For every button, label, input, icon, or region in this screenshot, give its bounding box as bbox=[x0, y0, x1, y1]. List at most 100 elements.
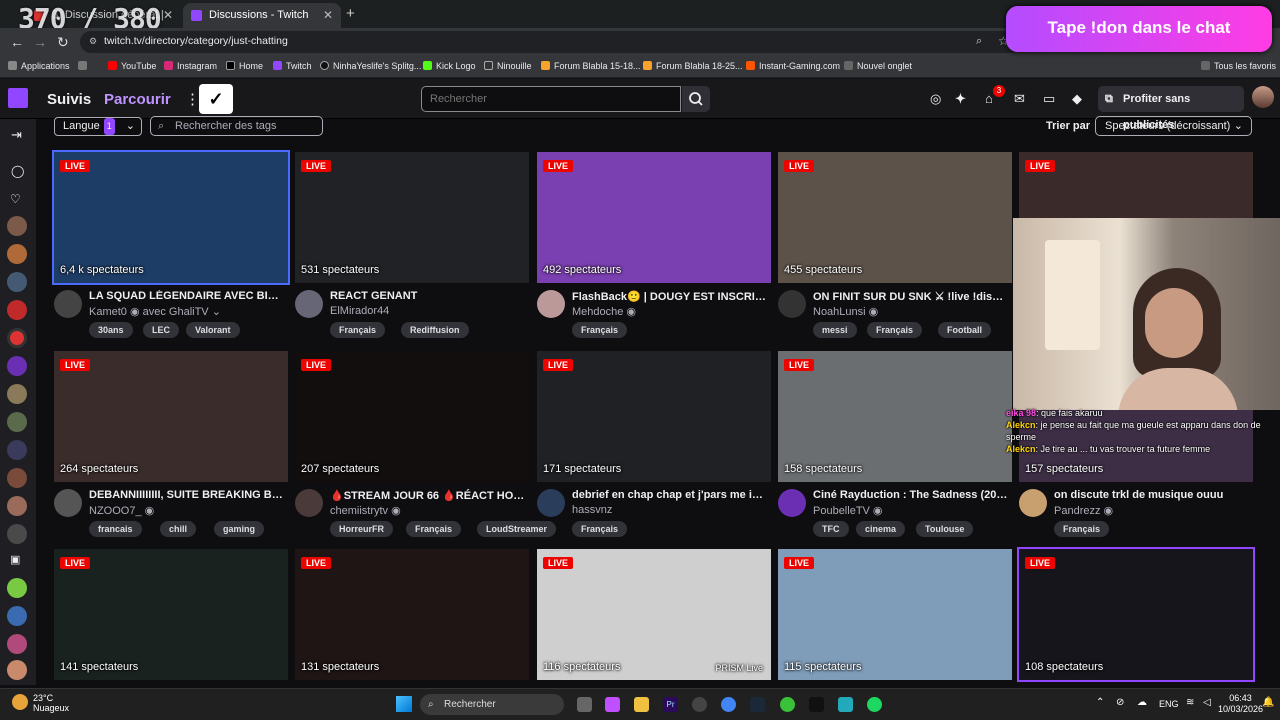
sidebar-channel-avatar[interactable] bbox=[7, 356, 27, 376]
obs-icon[interactable] bbox=[692, 697, 707, 712]
tiktok-icon[interactable] bbox=[809, 697, 824, 712]
sidebar-channel-avatar[interactable] bbox=[7, 244, 27, 264]
stream-thumbnail[interactable]: LIVE 6,4 k spectateurs bbox=[52, 150, 290, 285]
sort-dropdown[interactable]: Spectateurs (décroissant) ⌄ bbox=[1095, 116, 1252, 136]
stream-tag[interactable]: Football bbox=[938, 322, 991, 338]
bookmark-forum-18-25[interactable]: Forum Blabla 18-25... bbox=[643, 61, 743, 71]
sidebar-channel-avatar[interactable] bbox=[7, 634, 27, 654]
channel-name[interactable]: Kamet0 ◉ avec GhaliTV ⌄ bbox=[89, 305, 221, 318]
app-green-icon[interactable] bbox=[780, 697, 795, 712]
stream-thumbnail[interactable]: LIVE 115 spectateurs bbox=[778, 549, 1012, 680]
language-filter[interactable]: Langue 1 ⌄ bbox=[54, 117, 142, 136]
chat-bubble-icon[interactable]: ▭ bbox=[1043, 91, 1055, 107]
sidebar-channel-avatar[interactable] bbox=[7, 272, 27, 292]
nav-following[interactable]: Suivis bbox=[47, 91, 91, 108]
task-view-icon[interactable] bbox=[577, 697, 592, 712]
channel-name[interactable]: Pandrezz ◉ bbox=[1054, 504, 1113, 517]
followed-channels-icon[interactable]: ◯ bbox=[11, 164, 24, 178]
forward-icon[interactable]: → bbox=[33, 34, 47, 50]
channel-avatar[interactable] bbox=[54, 489, 82, 517]
stream-tag[interactable]: 30ans bbox=[89, 322, 133, 338]
steam-icon[interactable] bbox=[750, 697, 765, 712]
file-explorer-icon[interactable] bbox=[634, 697, 649, 712]
channel-avatar[interactable] bbox=[295, 489, 323, 517]
language-indicator[interactable]: ENG bbox=[1159, 699, 1179, 709]
bookmark-instant-gaming[interactable]: Instant-Gaming.com bbox=[746, 61, 840, 71]
taskbar-search[interactable]: ⌕ Rechercher bbox=[420, 694, 564, 715]
search-input[interactable] bbox=[421, 86, 681, 112]
stream-tag[interactable]: Rediffusion bbox=[401, 322, 469, 338]
stream-tag[interactable]: gaming bbox=[214, 521, 265, 537]
channel-name[interactable]: NZOOO7_ ◉ bbox=[89, 504, 154, 517]
bookmark-forum-15-18[interactable]: Forum Blabla 15-18... bbox=[541, 61, 641, 71]
sidebar-channel-avatar[interactable] bbox=[7, 412, 27, 432]
bookmark-ninouille[interactable]: Ninouille bbox=[484, 61, 532, 71]
bookmark-kick[interactable]: Kick Logo bbox=[423, 61, 476, 71]
prime-crystal-icon[interactable]: ◆ bbox=[1072, 91, 1082, 107]
stream-title[interactable]: on discute trkl de musique ouuu bbox=[1054, 489, 1250, 501]
site-info-icon[interactable]: ⚙ bbox=[89, 36, 97, 47]
new-tab-button[interactable]: + bbox=[346, 5, 355, 22]
stream-tag[interactable]: Valorant bbox=[186, 322, 240, 338]
channel-avatar[interactable] bbox=[54, 290, 82, 318]
mail-icon[interactable]: ✉ bbox=[1014, 91, 1025, 107]
stream-title[interactable]: DEBANNIIIIIIII, SUITE BREAKING BADD... bbox=[89, 489, 285, 501]
bookmark-apps[interactable]: Applications bbox=[8, 61, 70, 71]
windows-start-icon[interactable] bbox=[396, 696, 412, 712]
video-camera-icon[interactable]: ▣ bbox=[10, 553, 20, 566]
stream-tag[interactable]: TFC bbox=[813, 521, 849, 537]
bookmark-home[interactable]: Home bbox=[226, 61, 263, 71]
sidebar-channel-avatar[interactable] bbox=[7, 468, 27, 488]
stream-tag[interactable]: Français bbox=[867, 322, 923, 338]
stream-thumbnail[interactable]: LIVE 141 spectateurs bbox=[54, 549, 288, 680]
user-avatar[interactable] bbox=[1252, 86, 1274, 108]
sidebar-channel-avatar[interactable] bbox=[7, 524, 27, 544]
channel-name[interactable]: PoubelleTV ◉ bbox=[813, 504, 883, 517]
search-button[interactable] bbox=[682, 86, 710, 112]
stream-thumbnail[interactable]: LIVE 207 spectateurs bbox=[295, 351, 529, 482]
app-icon[interactable] bbox=[605, 697, 620, 712]
bookmark-splitgate[interactable]: NinhaYeslife's Splitg... bbox=[320, 61, 421, 71]
twitch-logo-icon[interactable] bbox=[8, 88, 28, 108]
wifi-icon[interactable]: ≋ bbox=[1186, 697, 1194, 708]
sidebar-channel-avatar[interactable] bbox=[7, 660, 27, 680]
nav-browse[interactable]: Parcourir bbox=[104, 91, 171, 108]
stream-thumbnail[interactable]: LIVE 492 spectateurs bbox=[537, 152, 771, 283]
sidebar-channel-avatar[interactable] bbox=[7, 578, 27, 598]
stream-tag[interactable]: Français bbox=[1054, 521, 1110, 537]
bookmark-new-tab[interactable]: Nouvel onglet bbox=[844, 61, 912, 71]
all-bookmarks[interactable]: Tous les favoris bbox=[1201, 61, 1276, 71]
premiere-pro-icon[interactable]: Pr bbox=[663, 697, 678, 712]
sidebar-channel-avatar[interactable] bbox=[7, 328, 27, 348]
stream-title[interactable]: LA SQUAD LÉGENDAIRE AVEC BIBI, @... bbox=[89, 290, 285, 302]
stream-title[interactable]: REACT GENANT bbox=[330, 290, 526, 302]
close-tab-icon[interactable]: ✕ bbox=[163, 3, 173, 28]
crown-icon[interactable]: ◎ bbox=[930, 91, 941, 107]
stream-tag[interactable]: francais bbox=[89, 521, 142, 537]
more-menu-icon[interactable]: ⋮ bbox=[185, 90, 200, 108]
channel-name[interactable]: chemiistrytv ◉ bbox=[330, 504, 401, 517]
zoom-icon[interactable]: ⌕ bbox=[976, 35, 982, 48]
sidebar-channel-avatar[interactable] bbox=[7, 216, 27, 236]
stream-tag[interactable]: LEC bbox=[143, 322, 179, 338]
stream-tag[interactable]: HorreurFR bbox=[330, 521, 394, 537]
weather-widget[interactable]: 23°C Nuageux bbox=[33, 693, 69, 713]
stream-tag[interactable]: Français bbox=[406, 521, 462, 537]
heart-icon[interactable]: ♡ bbox=[10, 192, 21, 206]
chrome-icon[interactable] bbox=[721, 697, 736, 712]
stream-title[interactable]: ON FINIT SUR DU SNK ⚔ !live !discor... bbox=[813, 290, 1009, 303]
stream-tag[interactable]: chill bbox=[160, 521, 197, 537]
tray-chevron-icon[interactable]: ⌃ bbox=[1096, 697, 1104, 708]
stream-thumbnail[interactable]: LIVE 264 spectateurs bbox=[54, 351, 288, 482]
stream-thumbnail[interactable]: LIVE 455 spectateurs bbox=[778, 152, 1012, 283]
volume-icon[interactable]: ◁ bbox=[1203, 697, 1211, 708]
stream-tag[interactable]: Toulouse bbox=[916, 521, 974, 537]
channel-avatar[interactable] bbox=[295, 290, 323, 318]
extension-logo-icon[interactable]: ✓ bbox=[199, 84, 233, 114]
stream-tag[interactable]: Français bbox=[572, 322, 628, 338]
prime-ad-free-button[interactable]: ⧉ Profiter sans publicités bbox=[1098, 86, 1244, 131]
browser-tab-active[interactable]: Discussions - Twitch ✕ bbox=[183, 3, 341, 28]
stream-thumbnail[interactable]: LIVE 158 spectateurs bbox=[778, 351, 1012, 482]
stream-tag[interactable]: LoudStreamer bbox=[477, 521, 557, 537]
weather-icon[interactable] bbox=[12, 694, 28, 710]
